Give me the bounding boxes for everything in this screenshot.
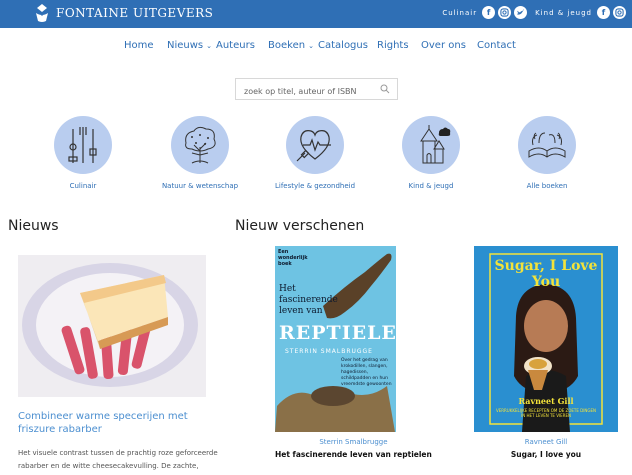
cover-title-top: Het fascinerende leven van xyxy=(279,284,338,316)
category-label: Lifestyle & gezondheid xyxy=(274,182,356,190)
new-releases-heading: Nieuw verschenen xyxy=(235,218,365,234)
book-cover[interactable]: Sugar, I Love You Ravneet Gill VERRUKKEL… xyxy=(474,246,618,432)
nav-item-contact[interactable]: Contact xyxy=(477,40,516,51)
category-label: Culinair xyxy=(69,182,97,190)
book-author-link[interactable]: Sterrin Smalbrugge xyxy=(275,438,432,446)
utensils-icon xyxy=(68,127,97,163)
cheesecake-photo xyxy=(18,255,206,397)
category-kind-jeugd[interactable]: Kind & jeugd xyxy=(386,116,476,190)
category-lifestyle-gezondheid[interactable]: Lifestyle & gezondheid xyxy=(270,116,360,190)
category-label: Natuur & wetenschap xyxy=(161,182,239,190)
cover-title-big: REPTIELEN xyxy=(279,322,396,344)
book-author-link[interactable]: Ravneet Gill xyxy=(474,438,618,446)
category-culinair[interactable]: Culinair xyxy=(38,116,128,190)
book-title-link[interactable]: Het fascinerende leven van reptielen xyxy=(275,450,432,459)
twitter-icon[interactable] xyxy=(514,6,528,19)
social-label-culinair: Culinair xyxy=(442,8,478,17)
category-natuur-wetenschap[interactable]: Natuur & wetenschap xyxy=(155,116,245,190)
search-input[interactable] xyxy=(236,81,376,102)
nav-item-boeken[interactable]: Boeken ⌄ xyxy=(268,40,314,51)
facebook-icon[interactable]: f xyxy=(482,6,496,19)
cover-title: Sugar, I Love You xyxy=(494,258,598,290)
brand-name: FONTAINE UITGEVERS xyxy=(56,6,214,20)
nav-item-over-ons[interactable]: Over ons xyxy=(421,40,466,51)
news-excerpt: Het visuele contrast tussen de prachtig … xyxy=(18,449,218,470)
cover-blurb: VERRUKKELIJKE RECEPTEN OM DE ZOETE DINGE… xyxy=(495,408,597,418)
heart-pulse-icon xyxy=(296,130,331,162)
book-title-link[interactable]: Sugar, I love you xyxy=(474,450,618,459)
cover-author: Ravneet Gill xyxy=(518,396,574,406)
book-cover[interactable]: Een wonderlijk boek Het fascinerende lev… xyxy=(275,246,396,432)
tree-icon xyxy=(185,126,216,164)
instagram-icon[interactable] xyxy=(498,6,512,19)
facebook-icon[interactable]: f xyxy=(597,6,610,19)
category-label: Kind & jeugd xyxy=(408,182,454,190)
category-alle-boeken[interactable]: Alle boeken xyxy=(502,116,592,190)
category-label: Alle boeken xyxy=(526,182,568,190)
news-heading: Nieuws xyxy=(8,218,59,234)
instagram-icon[interactable] xyxy=(613,6,626,19)
open-book-icon xyxy=(528,132,566,158)
nav-item-home[interactable]: Home xyxy=(124,40,154,51)
main-nav: Home Nieuws ⌄ Auteurs Boeken ⌄ Catalogus R… xyxy=(0,40,632,58)
nav-item-auteurs[interactable]: Auteurs xyxy=(216,40,255,51)
news-title-link[interactable]: Combineer warme specerijen met friszure … xyxy=(18,410,218,436)
social-links: Culinair f Kind & jeugd f xyxy=(442,6,626,19)
social-label-kind-jeugd: Kind & jeugd xyxy=(535,8,592,17)
news-image[interactable] xyxy=(18,255,206,397)
cover-author: STERRIN SMALBRUGGE xyxy=(285,348,373,355)
nav-item-rights[interactable]: Rights xyxy=(377,40,409,51)
fountain-logo-icon xyxy=(36,4,48,22)
chevron-down-icon: ⌄ xyxy=(308,42,314,50)
search-icon[interactable] xyxy=(380,84,390,94)
book-card[interactable]: Sugar, I Love You Ravneet Gill VERRUKKEL… xyxy=(474,246,618,459)
castle-icon xyxy=(420,125,451,164)
nav-item-nieuws[interactable]: Nieuws ⌄ xyxy=(167,40,212,51)
top-bar: FONTAINE UITGEVERS Culinair f Kind & jeu… xyxy=(0,0,632,28)
chevron-down-icon: ⌄ xyxy=(206,42,213,50)
cover-blurb: Over het gedrag van krokodillen, slangen… xyxy=(341,358,392,387)
search-box xyxy=(235,78,398,102)
book-card[interactable]: Een wonderlijk boek Het fascinerende lev… xyxy=(275,246,432,459)
nav-item-catalogus[interactable]: Catalogus xyxy=(318,40,368,51)
cover-tagline: Een wonderlijk boek xyxy=(278,249,308,267)
brand-link[interactable]: FONTAINE UITGEVERS xyxy=(34,3,213,23)
